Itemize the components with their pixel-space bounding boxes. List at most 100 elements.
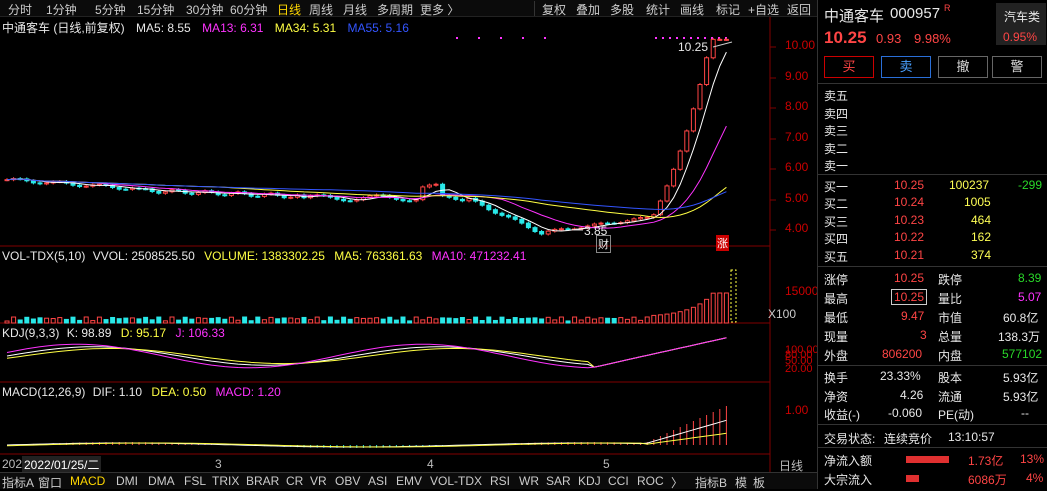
- alert-button[interactable]: 警: [992, 56, 1042, 78]
- signal-dot: [676, 37, 678, 39]
- tab-obv[interactable]: OBV: [335, 474, 360, 488]
- tool-overlay[interactable]: 叠加: [576, 1, 600, 18]
- tab-brar[interactable]: BRAR: [246, 474, 279, 488]
- bid-row-5[interactable]: 买五 10.21 374: [818, 246, 1047, 264]
- tab-trix[interactable]: TRIX: [212, 474, 239, 488]
- period-tab-15min[interactable]: 15分钟: [137, 1, 174, 18]
- candle-body: [400, 198, 406, 202]
- buy-button[interactable]: 买: [824, 56, 874, 78]
- candle-body: [44, 182, 50, 185]
- cancel-order-button[interactable]: 撤: [938, 56, 988, 78]
- volume-bar: [367, 317, 373, 324]
- tab-cci[interactable]: CCI: [608, 474, 629, 488]
- bid-row-1[interactable]: 买一 10.25 100237 -299: [818, 176, 1047, 194]
- volume-bar: [248, 320, 254, 324]
- y-tick-6: 6.00: [785, 160, 809, 174]
- tool-stats[interactable]: 统计: [646, 1, 670, 18]
- candle-body: [671, 168, 677, 187]
- volume-bar: [268, 316, 274, 324]
- tool-mark[interactable]: 标记: [716, 1, 740, 18]
- tool-fuquan[interactable]: 复权: [542, 1, 566, 18]
- tab-indicator-a[interactable]: 指标A: [2, 474, 34, 491]
- tab-fsl[interactable]: FSL: [184, 474, 206, 488]
- period-tab-weekly[interactable]: 周线: [309, 1, 333, 18]
- bid-row-2[interactable]: 买二 10.24 1005: [818, 193, 1047, 211]
- vol-indicator-label[interactable]: VOL-TDX(5,10): [2, 249, 85, 263]
- kline-chart-area[interactable]: 中通客车 (日线,前复权) MA5: 8.55 MA13: 6.31 MA34:…: [0, 17, 819, 473]
- kdj-tick-20: 20.00: [785, 363, 813, 375]
- kdj-indicator-label[interactable]: KDJ(9,3,3): [2, 326, 59, 340]
- tab-macd[interactable]: MACD: [70, 474, 105, 488]
- tab-vr[interactable]: VR: [310, 474, 327, 488]
- tab-window[interactable]: 窗口: [38, 474, 62, 491]
- quote-panel: 中通客车 000957 R 汽车类 0.95% 10.25 0.93 9.98%…: [817, 0, 1047, 489]
- period-tab-1min[interactable]: 1分钟: [46, 1, 77, 18]
- period-tab-fenshi[interactable]: 分时: [8, 1, 32, 18]
- stat-label: 换手: [824, 371, 849, 385]
- big-inflow-row[interactable]: 大宗流入 6086万 4%: [818, 469, 1047, 487]
- tab-rsi[interactable]: RSI: [490, 474, 510, 488]
- pe-value: --: [1021, 406, 1029, 420]
- macd-indicator-label[interactable]: MACD(12,26,9): [2, 385, 85, 399]
- tab-sar[interactable]: SAR: [546, 474, 571, 488]
- tab-wr[interactable]: WR: [519, 474, 539, 488]
- ask-row-4[interactable]: 卖四: [818, 103, 1047, 121]
- sector-pct: 0.95%: [1003, 30, 1038, 44]
- tab-emv[interactable]: EMV: [396, 474, 422, 488]
- ma5-line: [6, 51, 727, 232]
- tab-indicator-b[interactable]: 指标B: [695, 474, 727, 491]
- tab-asi[interactable]: ASI: [368, 474, 387, 488]
- period-tab-60min[interactable]: 60分钟: [230, 1, 267, 18]
- tool-draw[interactable]: 画线: [680, 1, 704, 18]
- volume-bar: [37, 317, 43, 324]
- total-vol-value: 138.3万: [998, 330, 1041, 344]
- volume-bar: [631, 316, 637, 324]
- ask-row-2[interactable]: 卖二: [818, 138, 1047, 156]
- volume-bar: [446, 317, 452, 324]
- period-tab-multi[interactable]: 多周期: [377, 1, 413, 18]
- ask-row-3[interactable]: 卖三: [818, 120, 1047, 138]
- tab-scroll-right[interactable]: 〉: [671, 474, 683, 491]
- tool-multistock[interactable]: 多股: [610, 1, 634, 18]
- bid-row-3[interactable]: 买三 10.23 464: [818, 211, 1047, 229]
- ask-row-5[interactable]: 卖五: [818, 85, 1047, 103]
- volume-bar: [387, 316, 393, 324]
- tab-board[interactable]: 板: [753, 474, 765, 491]
- candle-body: [710, 38, 716, 59]
- tab-kdj[interactable]: KDJ: [578, 474, 601, 488]
- period-tab-5min[interactable]: 5分钟: [95, 1, 126, 18]
- ask-row-1[interactable]: 卖一: [818, 155, 1047, 173]
- candle-body: [116, 187, 122, 190]
- period-tab-monthly[interactable]: 月线: [343, 1, 367, 18]
- bid-row-4[interactable]: 买四 10.22 162: [818, 228, 1047, 246]
- tool-back[interactable]: 返回: [787, 1, 811, 18]
- turnover-value: 23.33%: [880, 369, 921, 383]
- candle-body: [499, 212, 505, 216]
- tab-cr[interactable]: CR: [286, 474, 303, 488]
- ask-label: 卖一: [824, 159, 849, 173]
- period-tab-30min[interactable]: 30分钟: [186, 1, 223, 18]
- stat-row-outer: 外盘 806200 内盘 577102: [818, 345, 1047, 363]
- volume-bar: [684, 309, 690, 324]
- sell-button[interactable]: 卖: [881, 56, 931, 78]
- volume-bar: [129, 317, 135, 324]
- tab-dma[interactable]: DMA: [148, 474, 175, 488]
- tab-dmi[interactable]: DMI: [116, 474, 138, 488]
- tab-roc[interactable]: ROC: [637, 474, 664, 488]
- candle-body: [341, 198, 347, 202]
- limit-up-marker[interactable]: 涨: [716, 235, 729, 251]
- candle-body: [334, 196, 340, 200]
- period-tab-more[interactable]: 更多 〉: [420, 1, 459, 18]
- tool-add-favorite[interactable]: +自选: [748, 1, 779, 18]
- candle-body: [407, 200, 413, 203]
- bid-volume: 162: [971, 230, 992, 244]
- candle-body: [704, 57, 710, 86]
- tab-template[interactable]: 模: [735, 474, 747, 491]
- kdj-j-line: [6, 337, 727, 369]
- net-inflow-row[interactable]: 净流入额 1.73亿 13%: [818, 450, 1047, 468]
- kdj-panel-header: KDJ(9,3,3) K: 98.89 D: 95.17 J: 106.33: [2, 326, 225, 340]
- period-tab-daily[interactable]: 日线: [277, 1, 301, 18]
- volume-bar: [651, 314, 657, 324]
- finance-marker[interactable]: 财: [596, 235, 611, 253]
- tab-vol-tdx[interactable]: VOL-TDX: [430, 474, 482, 488]
